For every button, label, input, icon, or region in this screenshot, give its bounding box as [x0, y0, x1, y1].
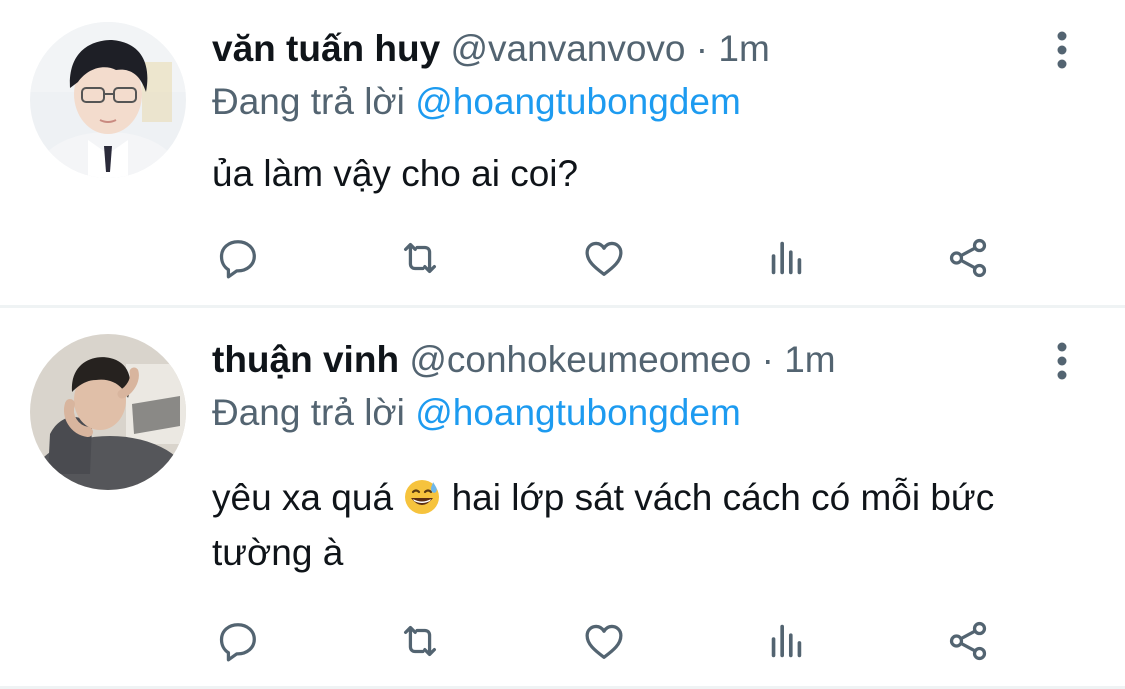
- tweet-actions: [0, 613, 1125, 669]
- reply-mention-link[interactable]: @hoangtubongdem: [415, 81, 741, 122]
- reply-icon: [219, 623, 256, 662]
- like-icon: [585, 624, 623, 659]
- user-handle[interactable]: @conhokeumeomeo: [409, 339, 751, 380]
- share-icon: [949, 621, 987, 661]
- tweet-text: yêu xa quá hai lớp sát vách cách có mỗi …: [212, 470, 1092, 580]
- tweet-text-before-emoji: yêu xa quá: [212, 477, 404, 518]
- more-options-icon[interactable]: [1046, 339, 1078, 383]
- views-icon: [771, 241, 802, 275]
- like-button[interactable]: [576, 613, 632, 669]
- tweet-header: thuận vinh @conhokeumeomeo · 1m: [212, 338, 836, 382]
- like-icon: [585, 241, 623, 276]
- share-button[interactable]: [940, 230, 996, 286]
- share-icon: [949, 238, 987, 278]
- replying-to: Đang trả lời @hoangtubongdem: [212, 391, 741, 435]
- reply-button[interactable]: [210, 230, 266, 286]
- tweet-text: ủa làm vậy cho ai coi?: [212, 146, 1092, 201]
- like-button[interactable]: [576, 230, 632, 286]
- retweet-icon: [403, 625, 437, 657]
- tweet[interactable]: văn tuấn huy @vanvanvovo · 1m Đang trả l…: [0, 0, 1125, 306]
- reply-mention-link[interactable]: @hoangtubongdem: [415, 392, 741, 433]
- separator-dot: ·: [761, 339, 774, 380]
- views-button[interactable]: [758, 613, 814, 669]
- retweet-button[interactable]: [392, 230, 448, 286]
- retweet-button[interactable]: [392, 613, 448, 669]
- tweet-text-content: ủa làm vậy cho ai coi?: [212, 153, 579, 194]
- display-name[interactable]: thuận vinh: [212, 339, 399, 380]
- avatar[interactable]: [30, 22, 186, 178]
- more-options-icon[interactable]: [1046, 28, 1078, 72]
- tweet[interactable]: thuận vinh @conhokeumeomeo · 1m Đang trả…: [0, 309, 1125, 689]
- timestamp[interactable]: 1m: [718, 28, 769, 69]
- display-name[interactable]: văn tuấn huy: [212, 28, 440, 69]
- replying-to: Đang trả lời @hoangtubongdem: [212, 80, 741, 124]
- tweet-divider: [0, 305, 1125, 308]
- avatar[interactable]: [30, 334, 186, 490]
- separator-dot: ·: [695, 28, 709, 69]
- reply-prefix: Đang trả lời: [212, 81, 405, 122]
- retweet-icon: [403, 242, 437, 274]
- tweet-actions: [0, 230, 1125, 286]
- grinning-face-with-sweat-icon: [403, 476, 441, 514]
- views-icon: [771, 624, 802, 658]
- user-handle[interactable]: @vanvanvovo: [450, 28, 685, 69]
- reply-button[interactable]: [210, 613, 266, 669]
- tweet-header: văn tuấn huy @vanvanvovo · 1m: [212, 27, 770, 71]
- share-button[interactable]: [940, 613, 996, 669]
- timestamp[interactable]: 1m: [784, 339, 835, 380]
- reply-icon: [219, 240, 256, 279]
- views-button[interactable]: [758, 230, 814, 286]
- reply-prefix: Đang trả lời: [212, 392, 405, 433]
